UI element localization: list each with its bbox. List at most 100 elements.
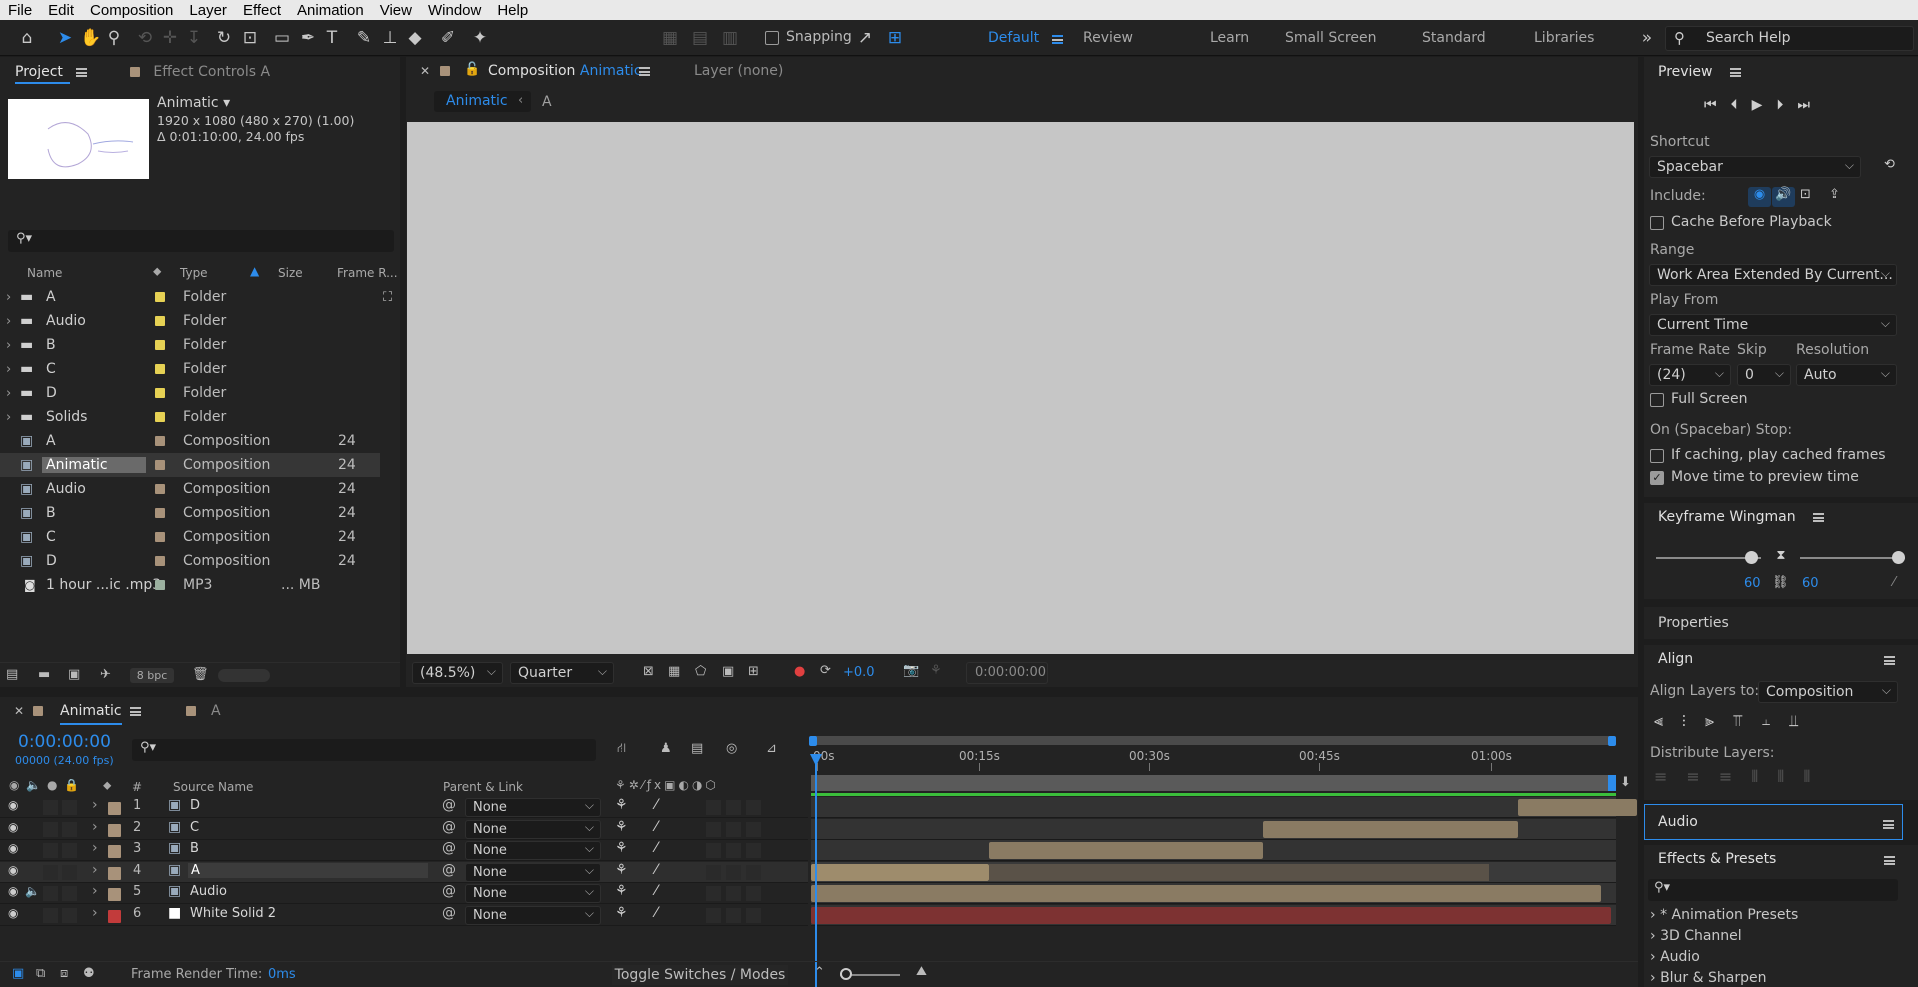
quality-switch-icon[interactable]: ⁄ bbox=[655, 840, 657, 856]
viewer-timecode[interactable]: 0:00:00:00 bbox=[966, 662, 1048, 684]
ease-in-value[interactable]: 60 bbox=[1744, 576, 1761, 591]
switch-box[interactable] bbox=[706, 800, 721, 815]
region-of-interest-icon[interactable]: ▣ bbox=[722, 664, 734, 679]
switch-box[interactable] bbox=[726, 800, 741, 815]
layer-switches-icon[interactable]: ▣ bbox=[12, 966, 24, 981]
switch-box[interactable] bbox=[706, 864, 721, 880]
label-swatch[interactable] bbox=[155, 460, 165, 470]
layer-bar[interactable] bbox=[811, 906, 1611, 924]
timeline-tab-a[interactable]: A bbox=[211, 703, 221, 719]
project-item[interactable]: ◙ 1 hour ...ic .mp3 MP3 ... MB bbox=[0, 573, 380, 597]
selection-tool-icon[interactable]: ➤ bbox=[55, 28, 75, 48]
label-swatch[interactable] bbox=[155, 364, 165, 374]
shy-layers-icon[interactable]: ♟ bbox=[660, 741, 672, 756]
workspace-standard[interactable]: Standard bbox=[1422, 30, 1486, 46]
snapshot-icon[interactable]: 📷 bbox=[903, 663, 919, 678]
dist-hcenter-icon[interactable]: ⦀ bbox=[1777, 767, 1803, 786]
project-item[interactable]: › ▬ C Folder bbox=[0, 357, 380, 381]
interpret-footage-icon[interactable]: ▤ bbox=[6, 667, 18, 682]
reset-icon[interactable]: ⟲ bbox=[1884, 157, 1895, 172]
switch-box[interactable] bbox=[726, 821, 741, 837]
panel-menu-icon[interactable] bbox=[1883, 818, 1894, 833]
anchor-tool-icon[interactable]: ⊡ bbox=[240, 28, 260, 48]
hand-tool-icon[interactable]: ✋ bbox=[80, 28, 101, 48]
layer-label-swatch[interactable] bbox=[108, 802, 121, 815]
menu-animation[interactable]: Animation bbox=[289, 2, 372, 19]
layer-row[interactable]: ◉ › 3 ▣ B @ None ⚘ ⁄ bbox=[0, 840, 808, 861]
search-help-box[interactable]: ⚲ Search Help bbox=[1665, 26, 1914, 51]
label-swatch[interactable] bbox=[155, 292, 165, 302]
work-area-bar[interactable] bbox=[811, 736, 1616, 745]
parent-dropdown[interactable]: None bbox=[465, 862, 601, 882]
shy-switch-icon[interactable]: ⚘ bbox=[615, 883, 628, 899]
quality-switch-icon[interactable]: ⁄ bbox=[655, 883, 657, 899]
project-item[interactable]: › ▬ Audio Folder bbox=[0, 309, 380, 333]
workspace-default[interactable]: Default bbox=[988, 30, 1039, 46]
pick-whip-icon[interactable]: @ bbox=[442, 905, 456, 921]
layer-row[interactable]: ◉ › 6 ■ White Solid 2 @ None ⚘ ⁄ bbox=[0, 904, 808, 926]
pan-tool-icon[interactable]: ✛ bbox=[160, 28, 180, 48]
chevron-right-icon[interactable]: › bbox=[6, 290, 11, 305]
parent-dropdown[interactable]: None bbox=[465, 905, 601, 925]
search-help-input[interactable]: Search Help bbox=[1706, 30, 1790, 46]
toggle-switches-button[interactable]: Toggle Switches / Modes bbox=[612, 965, 788, 985]
frame-rate-dropdown[interactable]: (24) bbox=[1649, 363, 1731, 386]
fast-preview-icon[interactable]: ⊠ bbox=[643, 664, 654, 679]
project-item[interactable]: › ▬ A Folder bbox=[0, 285, 380, 309]
effects-category[interactable]: › 3D Channel bbox=[1650, 928, 1742, 944]
tab-layer[interactable]: Layer (none) bbox=[694, 63, 783, 79]
panel-menu-icon[interactable] bbox=[76, 67, 88, 77]
menu-help[interactable]: Help bbox=[489, 2, 536, 19]
project-item[interactable]: ▣ A Composition 24 bbox=[0, 429, 380, 453]
project-item[interactable]: › ▬ D Folder bbox=[0, 381, 380, 405]
next-frame-icon[interactable]: ⏵ bbox=[1776, 97, 1797, 113]
dist-top-icon[interactable]: ≡ bbox=[1654, 767, 1686, 786]
thumbnail-slider[interactable] bbox=[218, 669, 270, 682]
current-time[interactable]: 0:00:00:00 bbox=[18, 732, 111, 752]
switch-box[interactable] bbox=[706, 821, 721, 837]
col-frame-rate[interactable]: Frame R... bbox=[337, 266, 398, 280]
menu-file[interactable]: File bbox=[0, 2, 40, 19]
col-type[interactable]: Type bbox=[180, 266, 208, 280]
quality-switch-icon[interactable]: ⁄ bbox=[655, 797, 657, 813]
menu-layer[interactable]: Layer bbox=[181, 2, 235, 19]
snapping-checkbox[interactable] bbox=[765, 31, 779, 45]
panel-menu-icon[interactable] bbox=[1730, 67, 1742, 77]
solo-box[interactable] bbox=[43, 800, 58, 815]
lock-box[interactable] bbox=[62, 800, 77, 815]
workspace-small-screen[interactable]: Small Screen bbox=[1285, 30, 1376, 46]
rectangle-tool-icon[interactable]: ▭ bbox=[272, 28, 292, 48]
ease-out-slider[interactable] bbox=[1800, 557, 1905, 559]
brush-tool-icon[interactable]: ✎ bbox=[354, 28, 374, 48]
roto-brush-icon[interactable]: ✐ bbox=[438, 28, 458, 48]
tab-composition[interactable]: Composition Animatic bbox=[488, 63, 642, 79]
play-from-dropdown[interactable]: Current Time bbox=[1649, 313, 1897, 336]
caching-checkbox[interactable] bbox=[1650, 449, 1664, 463]
end-handle[interactable] bbox=[1608, 775, 1616, 791]
trash-icon[interactable]: 🗑 bbox=[192, 667, 209, 682]
render-time-icon[interactable]: ⚉ bbox=[83, 966, 95, 981]
orbit-tool-icon[interactable]: ⟲ bbox=[135, 28, 155, 48]
label-swatch[interactable] bbox=[155, 508, 165, 518]
close-icon[interactable]: ✕ bbox=[14, 704, 24, 718]
switch-box[interactable] bbox=[746, 843, 761, 858]
flowchart-icon[interactable]: ⛶ bbox=[383, 290, 392, 305]
project-item[interactable]: ▣ Audio Composition 24 bbox=[0, 477, 380, 501]
chevron-right-icon[interactable]: › bbox=[92, 797, 98, 813]
grid-guides-icon[interactable]: ⊞ bbox=[748, 664, 759, 679]
wand-icon[interactable]: ⁄ bbox=[1893, 575, 1895, 590]
layer-bar[interactable] bbox=[811, 885, 1601, 902]
workspace-review[interactable]: Review bbox=[1083, 30, 1133, 46]
reset-exposure-icon[interactable]: ⟳ bbox=[820, 663, 831, 678]
layer-row[interactable]: ◉ › 1 ▣ D @ None ⚘ ⁄ bbox=[0, 797, 808, 818]
col-source-name[interactable]: Source Name bbox=[173, 780, 253, 794]
lock-box[interactable] bbox=[62, 886, 77, 901]
layer-name[interactable]: White Solid 2 bbox=[190, 906, 276, 921]
zoom-dropdown[interactable]: (48.5%) bbox=[412, 661, 503, 684]
switch-box[interactable] bbox=[746, 886, 761, 901]
frame-blending-icon[interactable]: ▤ bbox=[691, 741, 703, 756]
exposure-value[interactable]: +0.0 bbox=[843, 665, 875, 680]
layer-label-swatch[interactable] bbox=[108, 909, 121, 923]
menu-effect[interactable]: Effect bbox=[235, 2, 289, 19]
switch-box[interactable] bbox=[726, 907, 741, 923]
